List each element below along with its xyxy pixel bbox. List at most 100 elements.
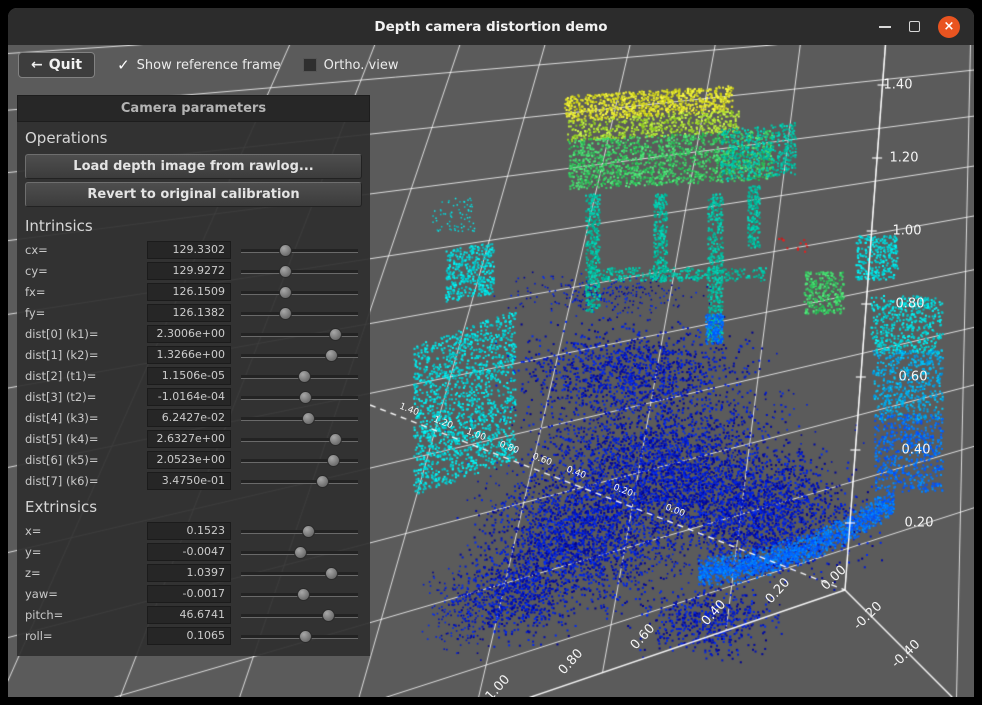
slider-knob[interactable] — [279, 265, 292, 278]
slider-track[interactable] — [241, 312, 358, 316]
param-slider[interactable] — [241, 411, 362, 425]
param-row: pitch=46.6741 — [17, 604, 370, 625]
param-value-field[interactable]: 1.1506e-05 — [147, 367, 231, 385]
slider-knob[interactable] — [329, 433, 342, 446]
slider-knob[interactable] — [325, 567, 338, 580]
slider-knob[interactable] — [299, 630, 312, 643]
checkbox-show-reference-frame[interactable]: ✓ Show reference frame — [117, 58, 281, 73]
toolbar: ← Quit ✓ Show reference frame Ortho. vie… — [18, 52, 398, 78]
slider-knob[interactable] — [316, 475, 329, 488]
param-label: dist[4] (k3)= — [25, 411, 147, 425]
param-label: dist[3] (t2)= — [25, 390, 147, 404]
param-label: cy= — [25, 264, 147, 278]
slider-knob[interactable] — [325, 349, 338, 362]
slider-track[interactable] — [241, 572, 358, 576]
param-label: cx= — [25, 243, 147, 257]
param-value-field[interactable]: 0.1523 — [147, 522, 231, 540]
param-value-field[interactable]: 126.1382 — [147, 304, 231, 322]
panel-header[interactable]: Camera parameters — [17, 95, 370, 122]
param-slider[interactable] — [241, 264, 362, 278]
param-value-field[interactable]: 129.3302 — [147, 241, 231, 259]
quit-label: Quit — [49, 57, 82, 73]
slider-knob[interactable] — [299, 391, 312, 404]
param-slider[interactable] — [241, 432, 362, 446]
param-label: pitch= — [25, 608, 147, 622]
slider-knob[interactable] — [327, 454, 340, 467]
slider-knob[interactable] — [302, 412, 315, 425]
param-row: yaw=-0.0017 — [17, 583, 370, 604]
param-label: yaw= — [25, 587, 147, 601]
param-slider[interactable] — [241, 285, 362, 299]
param-value-field[interactable]: 2.6327e+00 — [147, 430, 231, 448]
slider-track[interactable] — [241, 270, 358, 274]
slider-knob[interactable] — [329, 328, 342, 341]
param-slider[interactable] — [241, 453, 362, 467]
param-row: cx=129.3302 — [17, 239, 370, 260]
3d-viewport[interactable]: 1.401.201.000.800.600.400.200.00-0.20-0.… — [8, 45, 974, 697]
param-row: dist[0] (k1)=2.3006e+00 — [17, 323, 370, 344]
camera-parameters-panel: Camera parameters Operations Load depth … — [17, 95, 370, 656]
param-slider[interactable] — [241, 587, 362, 601]
param-value-field[interactable]: 129.9272 — [147, 262, 231, 280]
slider-track[interactable] — [241, 530, 358, 534]
param-value-field[interactable]: 2.3006e+00 — [147, 325, 231, 343]
checkbox-empty-icon — [303, 58, 317, 72]
param-value-field[interactable]: 1.3266e+00 — [147, 346, 231, 364]
back-arrow-icon: ← — [31, 57, 43, 73]
param-slider[interactable] — [241, 306, 362, 320]
slider-track[interactable] — [241, 614, 358, 618]
slider-track[interactable] — [241, 354, 358, 358]
slider-knob[interactable] — [279, 286, 292, 299]
slider-track[interactable] — [241, 480, 358, 484]
app-window: Depth camera distortion demo × 1.401.201… — [8, 8, 974, 697]
slider-track[interactable] — [241, 417, 358, 421]
slider-knob[interactable] — [294, 546, 307, 559]
param-value-field[interactable]: 0.1065 — [147, 627, 231, 645]
slider-knob[interactable] — [297, 588, 310, 601]
close-icon[interactable]: × — [938, 16, 960, 38]
quit-button[interactable]: ← Quit — [18, 52, 95, 78]
param-value-field[interactable]: 3.4750e-01 — [147, 472, 231, 490]
checkbox-ortho-view[interactable]: Ortho. view — [303, 58, 399, 73]
param-label: dist[0] (k1)= — [25, 327, 147, 341]
slider-track[interactable] — [241, 249, 358, 253]
slider-track[interactable] — [241, 459, 358, 463]
param-slider[interactable] — [241, 348, 362, 362]
param-slider[interactable] — [241, 474, 362, 488]
param-row: roll=0.1065 — [17, 625, 370, 646]
param-label: fx= — [25, 285, 147, 299]
window-title: Depth camera distortion demo — [374, 19, 607, 35]
param-slider[interactable] — [241, 629, 362, 643]
param-value-field[interactable]: 2.0523e+00 — [147, 451, 231, 469]
param-label: dist[2] (t1)= — [25, 369, 147, 383]
param-row: fx=126.1509 — [17, 281, 370, 302]
slider-track[interactable] — [241, 291, 358, 295]
param-slider[interactable] — [241, 243, 362, 257]
param-slider[interactable] — [241, 524, 362, 538]
param-label: z= — [25, 566, 147, 580]
param-slider[interactable] — [241, 545, 362, 559]
revert-calibration-button[interactable]: Revert to original calibration — [25, 182, 362, 207]
param-slider[interactable] — [241, 327, 362, 341]
param-slider[interactable] — [241, 608, 362, 622]
param-value-field[interactable]: -0.0047 — [147, 543, 231, 561]
minimize-icon[interactable] — [879, 26, 891, 28]
param-row: dist[4] (k3)=6.2427e-02 — [17, 407, 370, 428]
param-value-field[interactable]: -1.0164e-04 — [147, 388, 231, 406]
maximize-icon[interactable] — [909, 21, 920, 32]
slider-knob[interactable] — [279, 307, 292, 320]
param-slider[interactable] — [241, 566, 362, 580]
slider-knob[interactable] — [298, 370, 311, 383]
param-value-field[interactable]: 1.0397 — [147, 564, 231, 582]
param-label: dist[1] (k2)= — [25, 348, 147, 362]
slider-knob[interactable] — [302, 525, 315, 538]
param-value-field[interactable]: 6.2427e-02 — [147, 409, 231, 427]
param-value-field[interactable]: 46.6741 — [147, 606, 231, 624]
param-slider[interactable] — [241, 390, 362, 404]
slider-knob[interactable] — [322, 609, 335, 622]
slider-knob[interactable] — [279, 244, 292, 257]
load-depth-image-button[interactable]: Load depth image from rawlog... — [25, 154, 362, 179]
param-value-field[interactable]: 126.1509 — [147, 283, 231, 301]
param-slider[interactable] — [241, 369, 362, 383]
param-value-field[interactable]: -0.0017 — [147, 585, 231, 603]
